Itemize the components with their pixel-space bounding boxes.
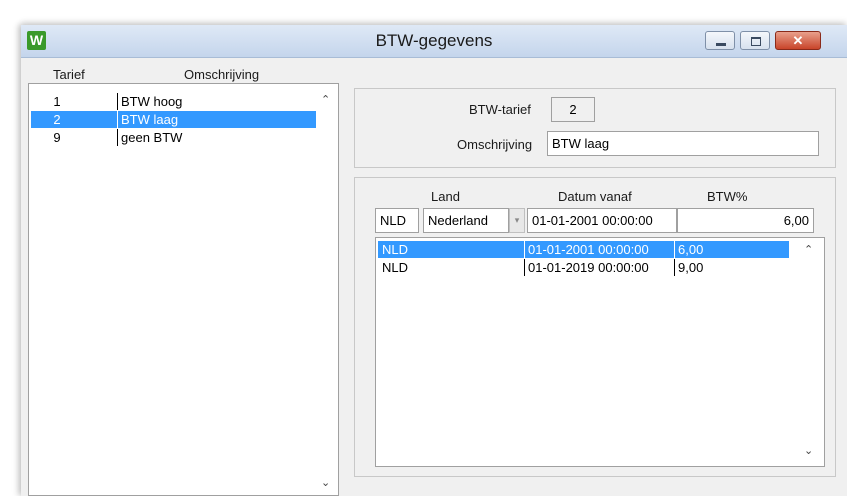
column-header-pct: BTW% bbox=[707, 189, 748, 204]
cell-pct: 9,00 bbox=[678, 260, 704, 275]
btw-tarief-field[interactable]: 2 bbox=[551, 97, 595, 122]
cell-datum: 01-01-2019 00:00:00 bbox=[528, 260, 649, 275]
scroll-up-icon[interactable]: ⌃ bbox=[804, 243, 813, 256]
btw-percentage-field[interactable]: 6,00 bbox=[677, 208, 814, 233]
table-row[interactable]: NLD 01-01-2019 00:00:00 9,00 bbox=[378, 259, 789, 276]
close-button[interactable]: ✕ bbox=[775, 31, 821, 50]
column-header-datum: Datum vanaf bbox=[558, 189, 632, 204]
column-header-omschrijving[interactable]: Omschrijving bbox=[184, 67, 259, 82]
tarief-list[interactable]: 1 BTW hoog 2 BTW laag 9 geen BTW ⌃ ⌄ bbox=[28, 83, 339, 496]
list-item-number: 2 bbox=[53, 112, 61, 127]
btw-gegevens-window: W BTW-gegevens ✕ Tarief Omschrijving 1 B… bbox=[21, 25, 847, 496]
scroll-down-icon[interactable]: ⌄ bbox=[804, 444, 813, 457]
rates-group: Land Datum vanaf BTW% NLD Nederland ▾ 01… bbox=[354, 177, 836, 477]
title-bar[interactable]: W BTW-gegevens ✕ bbox=[21, 25, 847, 58]
column-separator bbox=[674, 259, 675, 276]
rates-grid[interactable]: NLD 01-01-2001 00:00:00 6,00 NLD 01-01-2… bbox=[375, 237, 825, 467]
table-row-selected[interactable]: NLD 01-01-2001 00:00:00 6,00 bbox=[378, 241, 789, 258]
country-combo[interactable]: Nederland bbox=[423, 208, 509, 233]
chevron-down-icon[interactable]: ▾ bbox=[509, 208, 525, 233]
minimize-icon bbox=[706, 32, 734, 49]
list-item[interactable]: 1 BTW hoog bbox=[31, 93, 316, 110]
omschrijving-field[interactable]: BTW laag bbox=[547, 131, 819, 156]
column-separator bbox=[524, 241, 525, 258]
list-item-number: 9 bbox=[53, 130, 61, 145]
column-separator bbox=[117, 93, 118, 110]
column-separator bbox=[674, 241, 675, 258]
close-icon: ✕ bbox=[792, 33, 804, 48]
btw-tarief-label: BTW-tarief bbox=[469, 102, 531, 117]
cell-pct: 6,00 bbox=[678, 242, 704, 257]
list-item-label: geen BTW bbox=[121, 130, 183, 145]
column-header-land: Land bbox=[431, 189, 460, 204]
column-separator bbox=[117, 129, 118, 146]
maximize-icon bbox=[741, 32, 769, 49]
scroll-down-icon[interactable]: ⌄ bbox=[321, 476, 330, 489]
scroll-up-icon[interactable]: ⌃ bbox=[321, 93, 330, 106]
cell-land: NLD bbox=[382, 260, 409, 275]
minimize-button[interactable] bbox=[705, 31, 735, 50]
cell-land: NLD bbox=[382, 242, 409, 257]
list-item-number: 1 bbox=[53, 94, 61, 109]
maximize-button[interactable] bbox=[740, 31, 770, 50]
list-item-selected[interactable]: 2 BTW laag bbox=[31, 111, 316, 128]
datum-vanaf-field[interactable]: 01-01-2001 00:00:00 bbox=[527, 208, 677, 233]
list-item-label: BTW laag bbox=[121, 112, 179, 127]
omschrijving-label: Omschrijving bbox=[457, 137, 533, 152]
land-code-field[interactable]: NLD bbox=[375, 208, 419, 233]
detail-group: BTW-tarief 2 Omschrijving BTW laag bbox=[354, 88, 836, 168]
cell-datum: 01-01-2001 00:00:00 bbox=[528, 242, 649, 257]
column-header-tarief[interactable]: Tarief bbox=[53, 67, 85, 82]
column-separator bbox=[524, 259, 525, 276]
list-item[interactable]: 9 geen BTW bbox=[31, 129, 316, 146]
list-item-label: BTW hoog bbox=[121, 94, 183, 109]
column-separator bbox=[117, 111, 118, 128]
